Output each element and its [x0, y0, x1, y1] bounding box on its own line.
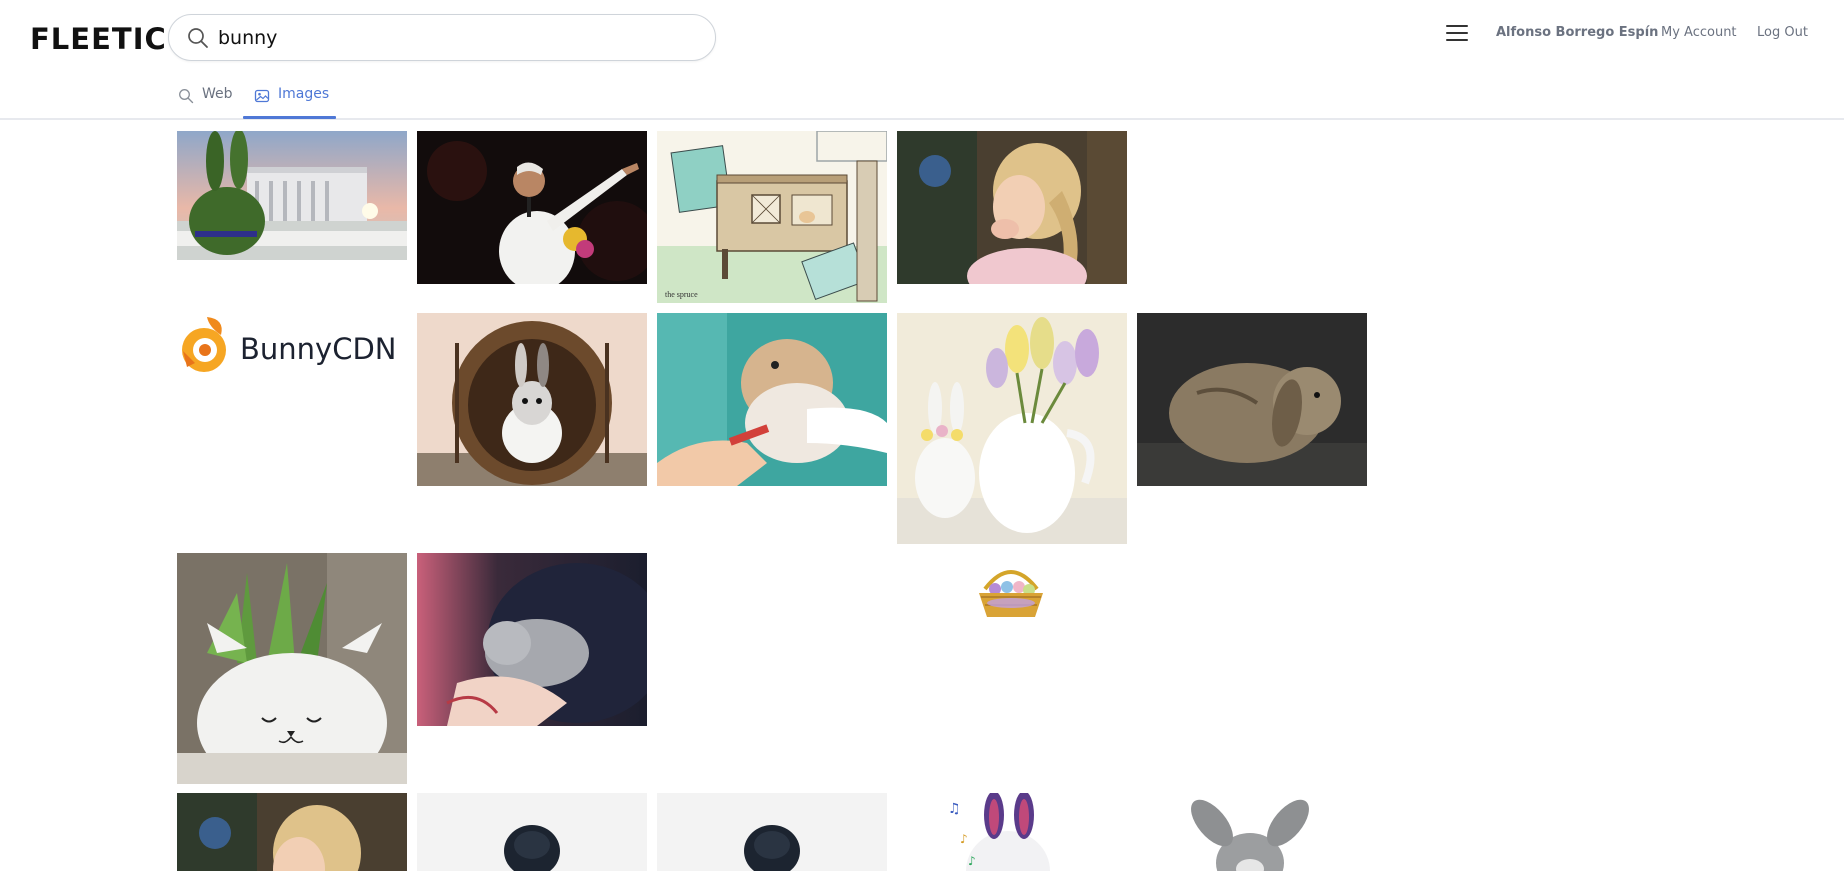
image-result-bunny-in-barrel[interactable] — [417, 313, 647, 486]
music-note-icon: ♫ — [948, 801, 961, 817]
music-note-icon: ♪ — [968, 854, 976, 868]
image-result-girl-with-braids[interactable] — [897, 131, 1127, 284]
image-result-nail-trimming-rabbit[interactable] — [657, 313, 887, 486]
image-result-black-bunny-ears-hat-1[interactable] — [417, 793, 647, 871]
image-result-bunny-planter[interactable] — [177, 553, 407, 784]
search-input[interactable]: bunny — [218, 27, 277, 49]
search-bar[interactable]: bunny — [168, 14, 716, 61]
search-icon — [186, 26, 210, 50]
tab-images-label: Images — [278, 86, 330, 102]
image-result-grey-plush-bunny[interactable] — [1180, 793, 1320, 871]
hamburger-menu-icon[interactable] — [1446, 25, 1468, 41]
tab-web[interactable]: Web — [178, 86, 233, 118]
image-result-bunnycdn-logo[interactable]: BunnyCDN — [177, 313, 407, 385]
my-account-link[interactable]: My Account — [1661, 25, 1737, 40]
image-result-musical-bunny-toy[interactable]: ♫ ♪ ♪ — [938, 793, 1078, 871]
image-result-girl-with-braids-duplicate[interactable] — [177, 793, 407, 871]
tab-web-label: Web — [202, 86, 233, 102]
image-result-topiary-bunny-white-house[interactable] — [177, 131, 407, 260]
user-name[interactable]: Alfonso Borrego Espín — [1496, 25, 1658, 40]
image-result-singer-on-stage[interactable] — [417, 131, 647, 284]
search-icon — [178, 88, 194, 104]
image-result-bunny-vase-tulips[interactable] — [897, 313, 1127, 544]
image-result-bunny-hutch-illustration[interactable]: the spruce — [657, 131, 887, 303]
image-result-black-bunny-ears-hat-2[interactable] — [657, 793, 887, 871]
image-result-holding-grey-bunny[interactable] — [417, 553, 647, 726]
image-icon — [254, 88, 270, 104]
tab-images[interactable]: Images — [254, 86, 329, 118]
active-tab-indicator — [243, 116, 336, 119]
header: FLEETIC bunny Alfonso Borrego Espín My A… — [0, 0, 1844, 120]
image-result-lop-eared-rabbit[interactable] — [1137, 313, 1367, 486]
image-result-easter-basket[interactable] — [973, 559, 1049, 623]
log-out-link[interactable]: Log Out — [1757, 25, 1808, 40]
app-logo[interactable]: FLEETIC — [30, 22, 167, 56]
the-spruce-watermark: the spruce — [665, 290, 698, 299]
music-note-icon: ♪ — [960, 832, 968, 846]
bunnycdn-logo-text: BunnyCDN — [240, 332, 396, 366]
